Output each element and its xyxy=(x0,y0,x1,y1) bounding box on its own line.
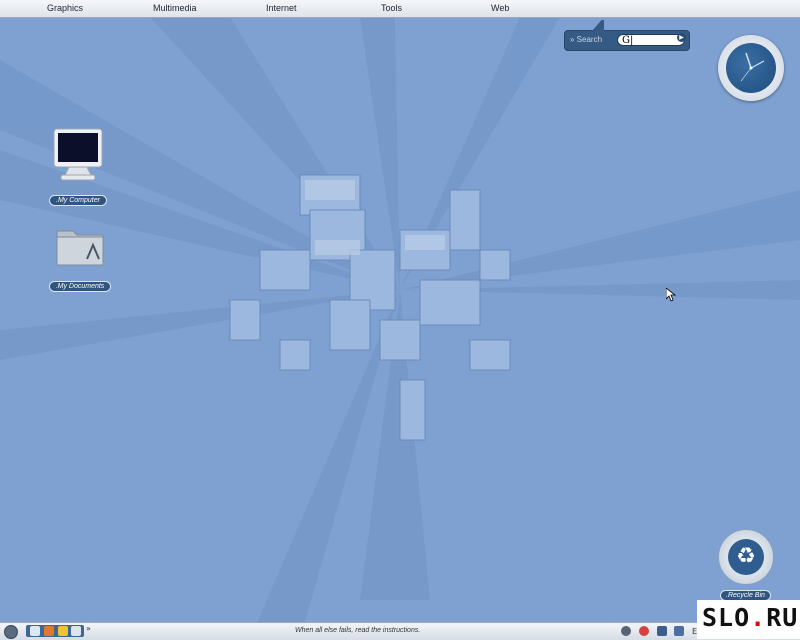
tray-volume-icon[interactable] xyxy=(657,626,667,636)
search-label-text: Search xyxy=(576,35,603,44)
watermark-text: SLO.RU xyxy=(702,603,798,632)
desktop-icon-label: .My Documents xyxy=(48,281,112,292)
menu-graphics[interactable]: Graphics xyxy=(47,3,83,13)
tray-antivirus-icon[interactable] xyxy=(639,626,649,636)
recycle-bin-widget[interactable]: ♻ .Recycle Bin xyxy=(716,529,776,603)
mouse-cursor-icon xyxy=(665,287,677,306)
watermark-text-a: SLO xyxy=(702,603,751,632)
menu-multimedia[interactable]: Multimedia xyxy=(153,3,197,13)
start-button[interactable] xyxy=(4,625,18,639)
clock-widget[interactable] xyxy=(718,35,784,101)
search-widget: » Search G| ▶ xyxy=(564,20,690,51)
search-go-button[interactable]: ▶ xyxy=(677,33,686,42)
desktop-icon-my-documents[interactable]: .My Documents xyxy=(46,227,114,292)
taskbar-message: When all else fails, read the instructio… xyxy=(295,627,421,634)
tray-network-icon[interactable] xyxy=(621,626,631,636)
monitor-icon xyxy=(53,128,103,181)
desktop-icon-my-computer[interactable]: .My Computer xyxy=(46,127,110,206)
quick-launch-messenger-icon[interactable] xyxy=(58,626,68,636)
slo-ru-watermark: SLO.RU xyxy=(697,600,800,639)
menu-tools[interactable]: Tools xyxy=(381,3,402,13)
quick-launch-more-chevron[interactable]: » xyxy=(86,624,91,633)
taskbar: » When all else fails, read the instruct… xyxy=(0,622,800,640)
quick-launch-explorer-icon[interactable] xyxy=(30,626,40,636)
search-label: » Search xyxy=(570,35,603,44)
quick-launch-desktop-icon[interactable] xyxy=(71,626,81,636)
desktop-wallpaper xyxy=(0,0,800,639)
recycle-bin-disc: ♻ xyxy=(718,529,774,585)
menu-web[interactable]: Web xyxy=(491,3,509,13)
desktop-icon-label: .My Computer xyxy=(49,195,107,206)
menu-internet[interactable]: Internet xyxy=(266,3,297,13)
quick-launch-firefox-icon[interactable] xyxy=(44,626,54,636)
clock-hands-icon xyxy=(740,52,765,82)
tray-display-icon[interactable] xyxy=(674,626,684,636)
recycle-icon: ♻ xyxy=(728,539,764,575)
top-menu-bar: Graphics Multimedia Internet Tools Web xyxy=(0,0,800,18)
search-input[interactable]: G| xyxy=(617,34,685,46)
clock-face xyxy=(726,43,776,93)
watermark-text-b: RU xyxy=(766,603,799,632)
quick-launch-bar xyxy=(26,625,84,637)
folder-icon xyxy=(56,230,104,266)
watermark-dot: . xyxy=(750,603,767,632)
